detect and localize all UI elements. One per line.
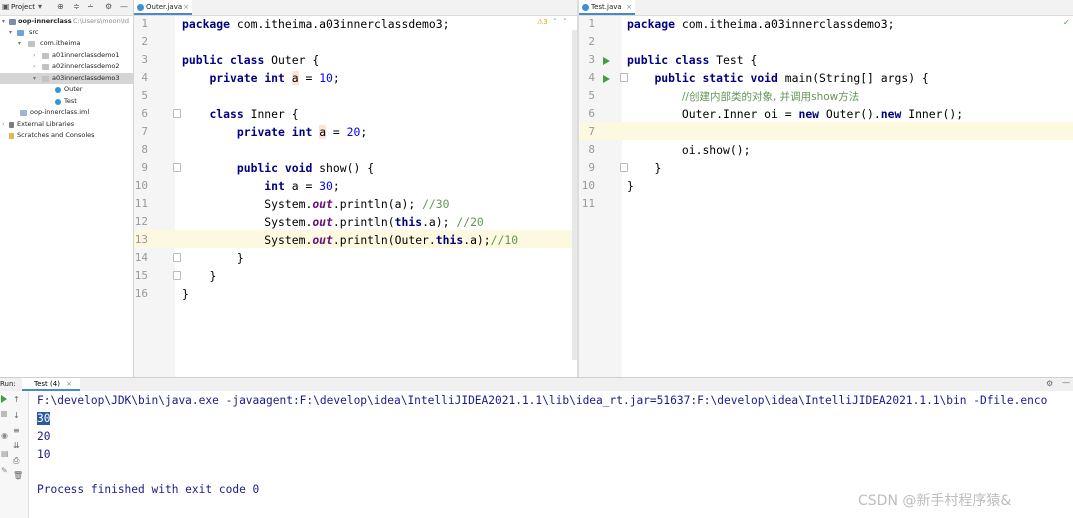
tree-item-iml[interactable]: oop-innerclass.iml — [0, 107, 133, 118]
run-label: Run: — [0, 380, 16, 388]
tab-test-java[interactable]: Test.java × — [579, 0, 635, 15]
run-tabbar: Run: Test (4) × ⚙ — — [0, 377, 1073, 392]
chevron-up-icon[interactable]: ˄ — [553, 18, 557, 26]
collapse-all-icon[interactable]: ∸ — [87, 2, 94, 11]
tree-item-project-root[interactable]: ▾ oop-innerclass C:\Users\moon\Id — [0, 16, 133, 27]
console-line: 30 — [37, 412, 51, 425]
camera-icon[interactable]: ◉ — [1, 431, 8, 440]
tree-item-com-itheima[interactable]: ▾ com.itheima — [0, 38, 133, 49]
current-line-highlight — [579, 122, 1073, 140]
tree-item-a02[interactable]: › a02innerclassdemo2 — [0, 61, 133, 72]
tab-run-test[interactable]: Test (4) × — [22, 378, 81, 391]
class-icon — [582, 4, 589, 11]
trash-icon[interactable]: 🗑 — [13, 471, 23, 480]
project-view-label[interactable]: Project — [11, 3, 35, 11]
hide-icon[interactable]: — — [1062, 378, 1070, 387]
tab-outer-java[interactable]: Outer.java × — [134, 0, 192, 15]
tree-item-a01[interactable]: › a01innerclassdemo1 — [0, 50, 133, 61]
watermark: CSDN @新手村程序猿& — [858, 493, 1012, 509]
warning-indicator[interactable]: ⚠3 — [537, 18, 548, 26]
right-editor-tabbar: Test.java × — [579, 0, 1073, 16]
class-icon — [137, 4, 144, 11]
arrow-up-icon[interactable]: ↑ — [13, 395, 20, 404]
fold-marker[interactable] — [173, 271, 181, 280]
pin-icon[interactable]: ✎ — [1, 466, 8, 475]
tree-item-scratches[interactable]: Scratches and Consoles — [0, 130, 133, 141]
class-icon — [55, 99, 61, 105]
tree-item-outer[interactable]: Outer — [0, 84, 133, 95]
console-line: 20 — [37, 430, 51, 443]
tree-item-external-libraries[interactable]: › External Libraries — [0, 119, 133, 130]
tree-item-a03[interactable]: ▾ a03innerclassdemo3 — [0, 73, 133, 84]
gear-icon[interactable]: ⚙ — [105, 2, 112, 11]
stop-icon[interactable] — [1, 411, 7, 417]
tree-item-test[interactable]: Test — [0, 96, 133, 107]
print-icon[interactable]: ⎙ — [13, 456, 19, 466]
dropdown-icon[interactable]: ▾ — [38, 2, 42, 11]
check-icon: ✓ — [1063, 18, 1070, 27]
hide-icon[interactable]: — — [120, 2, 128, 11]
class-icon — [55, 87, 61, 93]
fold-marker[interactable] — [173, 109, 181, 118]
rerun-icon[interactable] — [1, 395, 7, 403]
expand-all-icon[interactable]: ≑ — [73, 2, 80, 11]
fold-marker[interactable] — [173, 163, 181, 172]
console-command: F:\develop\JDK\bin\java.exe -javaagent:F… — [37, 394, 1048, 407]
project-view-icon[interactable]: ▣ — [2, 2, 10, 11]
layout-icon[interactable]: ▤ — [1, 449, 9, 458]
tree-item-src[interactable]: ▾ src — [0, 27, 133, 38]
console-line: 10 — [37, 448, 51, 461]
close-icon[interactable]: × — [183, 0, 189, 15]
run-main-icon[interactable] — [603, 75, 610, 83]
fold-marker[interactable] — [173, 253, 181, 262]
project-toolbar: ▣ Project ▾ ⊕ ≑ ∸ ⚙ — — [0, 0, 133, 16]
soft-wrap-icon[interactable]: ≡ — [13, 426, 20, 435]
arrow-down-icon[interactable]: ↓ — [13, 411, 20, 420]
close-icon[interactable]: × — [626, 0, 632, 15]
project-panel: ▣ Project ▾ ⊕ ≑ ∸ ⚙ — ▾ oop-innerclass C… — [0, 0, 134, 377]
run-class-icon[interactable] — [603, 57, 610, 65]
console-finished: Process finished with exit code 0 — [37, 483, 260, 496]
left-editor-tabbar: Outer.java × — [134, 0, 577, 16]
locate-icon[interactable]: ⊕ — [57, 2, 64, 11]
gear-icon[interactable]: ⚙ — [1046, 379, 1053, 388]
scroll-to-end-icon[interactable]: ⇊ — [13, 441, 20, 450]
run-toolbar: ↑ ↓ ≡ ⇊ ⎙ 🗑 ◉ ▤ ✎ — [0, 391, 29, 518]
chevron-down-icon[interactable]: ˅ — [563, 18, 567, 26]
close-icon[interactable]: × — [66, 380, 72, 388]
